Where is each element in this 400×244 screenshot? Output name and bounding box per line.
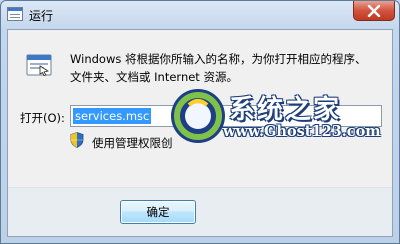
open-label: 打开(O): <box>20 111 65 125</box>
button-bar: 确定 <box>8 187 392 236</box>
description-text: Windows 将根据你所输入的名称，为你打开相应的程序、 文件夹、文档或 In… <box>70 50 380 86</box>
ok-button[interactable]: 确定 <box>120 200 196 224</box>
window-title: 运行 <box>29 9 54 23</box>
description-line-1: Windows 将根据你所输入的名称，为你打开相应的程序、 <box>70 52 367 66</box>
title-bar[interactable]: 运行 <box>1 1 399 29</box>
run-dialog: 运行 Windows 将根据你所输入的名称，为你打开相应的程序、 文件夹、文档或… <box>0 0 400 244</box>
open-input-value[interactable]: services.msc <box>73 108 152 124</box>
admin-privilege-text: 使用管理权限创 <box>92 136 173 150</box>
description-line-2: 文件夹、文档或 Internet 资源。 <box>70 70 238 84</box>
close-button[interactable] <box>353 1 395 21</box>
uac-shield-icon <box>70 132 84 148</box>
run-app-icon <box>7 7 23 21</box>
run-program-icon <box>26 54 52 76</box>
watermark-title: 系统之家 <box>229 95 342 125</box>
watermark-url: www.Ghost123.com <box>223 123 381 140</box>
watermark-logo-icon <box>171 89 225 143</box>
close-icon <box>367 4 381 17</box>
watermark: 系统之家 www.Ghost123.com <box>169 87 381 149</box>
